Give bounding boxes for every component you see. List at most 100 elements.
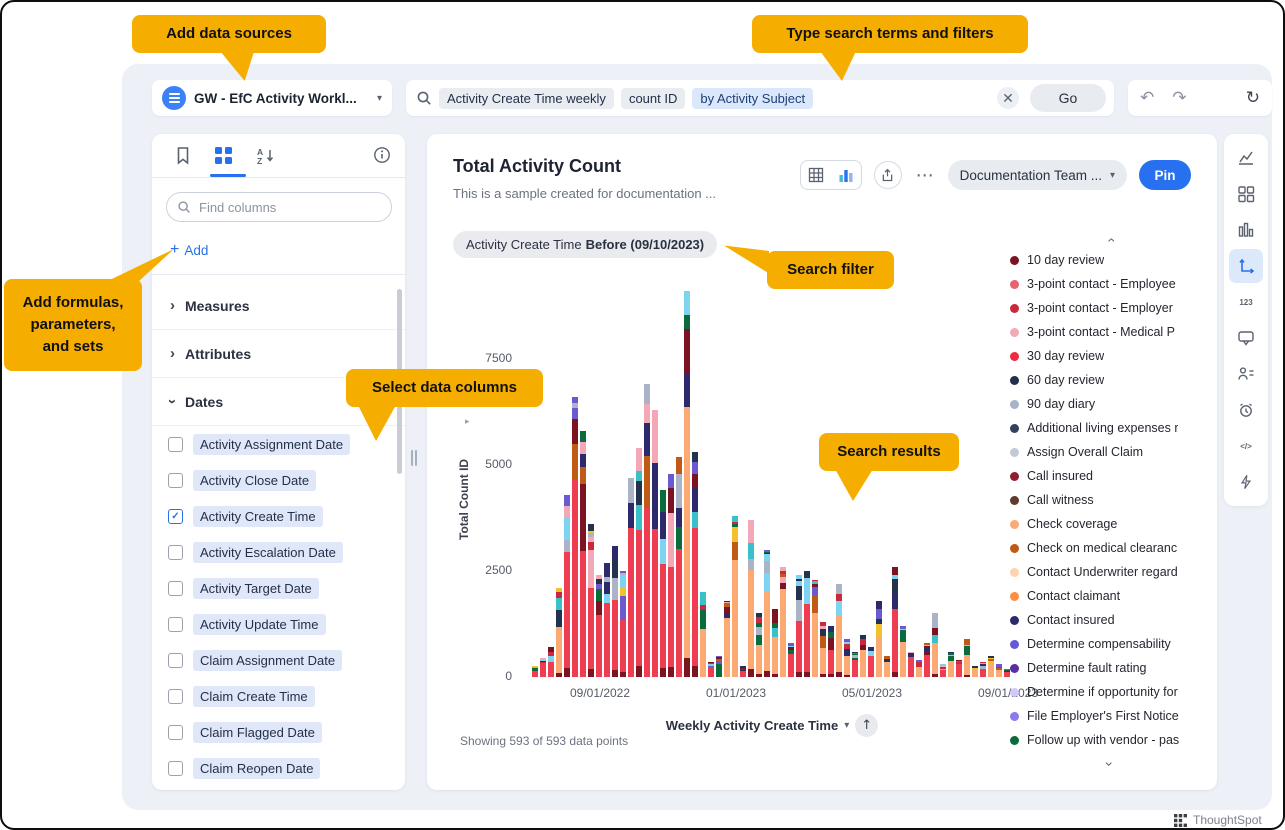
legend-item[interactable]: Determine compensability: [1010, 632, 1210, 656]
column-item[interactable]: Activity Assignment Date: [152, 426, 405, 462]
bar-week-37[interactable]: [828, 626, 834, 677]
legend-item[interactable]: 3-point contact - Employer: [1010, 296, 1210, 320]
schedule-alert-icon[interactable]: [1229, 393, 1263, 427]
bar-week-0[interactable]: [532, 666, 538, 677]
bar-week-24[interactable]: [724, 601, 730, 677]
legend-item[interactable]: 3-point contact - Employee: [1010, 272, 1210, 296]
y-axis-expand-arrow[interactable]: ▸: [465, 416, 470, 427]
bar-week-56[interactable]: [980, 662, 986, 677]
bar-week-22[interactable]: [708, 662, 714, 677]
legend-item[interactable]: Determine if opportunity for: [1010, 680, 1210, 704]
column-item[interactable]: Claim Create Time: [152, 678, 405, 714]
bar-week-46[interactable]: [900, 626, 906, 677]
bar-week-40[interactable]: [852, 652, 858, 677]
bar-week-31[interactable]: [780, 567, 786, 677]
legend-item[interactable]: 90 day diary: [1010, 392, 1210, 416]
add-formula-button[interactable]: + Add: [170, 242, 208, 258]
bar-week-16[interactable]: [660, 490, 666, 677]
column-checkbox[interactable]: [168, 761, 183, 776]
bar-week-27[interactable]: [748, 520, 754, 677]
tml-editor-icon[interactable]: </>: [1229, 429, 1263, 463]
legend-item[interactable]: Additional living expenses r: [1010, 416, 1210, 440]
bar-week-17[interactable]: [668, 474, 674, 677]
bar-week-39[interactable]: [844, 639, 850, 677]
legend-item[interactable]: Contact Underwriter regard: [1010, 560, 1210, 584]
chevron-down-icon[interactable]: ▾: [844, 720, 849, 731]
bar-week-33[interactable]: [796, 575, 802, 677]
legend-item[interactable]: Assign Overall Claim: [1010, 440, 1210, 464]
column-checkbox[interactable]: [168, 653, 183, 668]
pin-button[interactable]: Pin: [1139, 160, 1191, 190]
bar-week-20[interactable]: [692, 452, 698, 677]
column-checkbox[interactable]: [168, 581, 183, 596]
bar-week-6[interactable]: [580, 431, 586, 677]
column-item[interactable]: Activity Target Date: [152, 570, 405, 606]
bar-week-42[interactable]: [868, 647, 874, 677]
column-checkbox[interactable]: [168, 689, 183, 704]
bar-week-25[interactable]: [732, 516, 738, 677]
search-token[interactable]: Activity Create Time weekly: [439, 88, 614, 109]
bar-week-19[interactable]: [684, 291, 690, 677]
bar-week-49[interactable]: [924, 643, 930, 677]
bar-week-29[interactable]: [764, 550, 770, 677]
bar-week-26[interactable]: [740, 666, 746, 677]
bar-week-54[interactable]: [964, 639, 970, 677]
column-item[interactable]: Claim Assignment Date: [152, 642, 405, 678]
columns-grid-tab-icon[interactable]: [214, 146, 233, 170]
bar-week-10[interactable]: [612, 546, 618, 677]
bar-week-48[interactable]: [916, 660, 922, 677]
panel-resize-handle[interactable]: [411, 450, 419, 466]
bar-week-44[interactable]: [884, 656, 890, 677]
bar-week-53[interactable]: [956, 660, 962, 677]
table-view-icon[interactable]: [801, 161, 831, 189]
bar-week-3[interactable]: [556, 588, 562, 677]
bar-week-15[interactable]: [652, 410, 658, 677]
search-token[interactable]: count ID: [621, 88, 685, 109]
bar-week-30[interactable]: [772, 609, 778, 677]
column-checkbox[interactable]: [168, 617, 183, 632]
bar-week-34[interactable]: [804, 571, 810, 677]
column-item[interactable]: Activity Close Date: [152, 462, 405, 498]
bar-week-55[interactable]: [972, 666, 978, 677]
bar-week-38[interactable]: [836, 584, 842, 677]
legend-item[interactable]: File Employer's First Notice: [1010, 704, 1210, 728]
undo-icon[interactable]: ↶: [1140, 90, 1154, 107]
bar-week-4[interactable]: [564, 495, 570, 677]
bar-week-1[interactable]: [540, 658, 546, 677]
columns-config-icon[interactable]: [1229, 213, 1263, 247]
bar-week-57[interactable]: [988, 656, 994, 677]
chart-view-icon[interactable]: [831, 161, 861, 189]
more-options-icon[interactable]: ⋯: [914, 165, 936, 186]
legend-item[interactable]: Check on medical clearanc: [1010, 536, 1210, 560]
bar-week-7[interactable]: [588, 524, 594, 677]
bar-week-5[interactable]: [572, 397, 578, 677]
bar-week-18[interactable]: [676, 457, 682, 677]
column-item[interactable]: Activity Escalation Date: [152, 534, 405, 570]
bar-week-14[interactable]: [644, 384, 650, 677]
legend-item[interactable]: Call insured: [1010, 464, 1210, 488]
axes-config-icon[interactable]: [1229, 249, 1263, 283]
bar-week-32[interactable]: [788, 643, 794, 677]
legend-item[interactable]: Contact insured: [1010, 608, 1210, 632]
bar-week-2[interactable]: [548, 647, 554, 677]
info-icon[interactable]: [373, 146, 391, 169]
legend-item[interactable]: Check coverage: [1010, 512, 1210, 536]
field-settings-icon[interactable]: [1229, 357, 1263, 391]
axis-sort-icon[interactable]: ↑: [855, 714, 878, 737]
bar-week-51[interactable]: [940, 664, 946, 677]
bar-week-52[interactable]: [948, 652, 954, 677]
column-item[interactable]: Activity Update Time: [152, 606, 405, 642]
legend-scroll-up-icon[interactable]: ›: [1102, 238, 1118, 243]
bar-week-41[interactable]: [860, 635, 866, 677]
column-checkbox[interactable]: ✓: [168, 509, 183, 524]
bar-week-36[interactable]: [820, 622, 826, 677]
bar-week-11[interactable]: [620, 571, 626, 677]
bar-week-28[interactable]: [756, 613, 762, 677]
legend-item[interactable]: Determine fault rating: [1010, 656, 1210, 680]
legend-item[interactable]: Call witness: [1010, 488, 1210, 512]
insights-icon[interactable]: [1229, 141, 1263, 175]
legend-item[interactable]: Follow up with vendor - pas: [1010, 728, 1210, 752]
legend-scroll-down-icon[interactable]: ›: [1102, 762, 1118, 767]
bar-week-12[interactable]: [628, 478, 634, 677]
reset-icon[interactable]: ↻: [1246, 90, 1260, 107]
